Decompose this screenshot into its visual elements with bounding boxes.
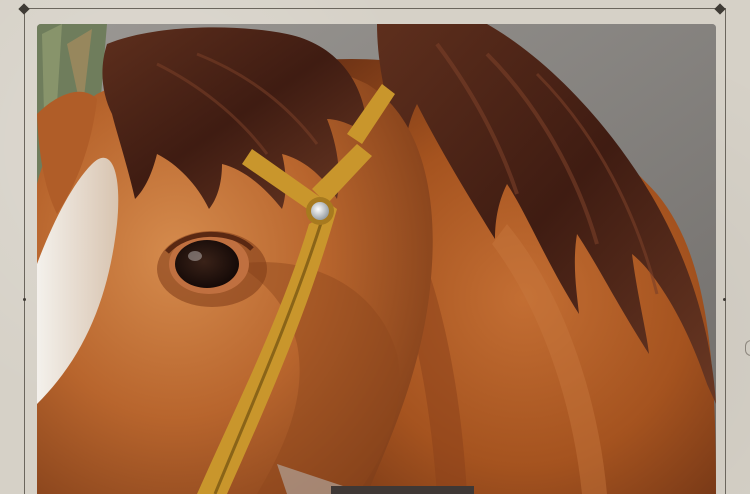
frame-side-dot [723, 298, 726, 301]
frame-side-dot [23, 298, 26, 301]
image-caption-bar [331, 486, 474, 494]
horse-head-illustration [37, 24, 716, 494]
frame-corner-ornament [18, 3, 30, 15]
frame-corner-ornament [714, 3, 726, 15]
product-image-stage [0, 0, 750, 494]
horse-sculpture-photo [37, 24, 716, 494]
edge-bracket-mark [745, 340, 750, 356]
